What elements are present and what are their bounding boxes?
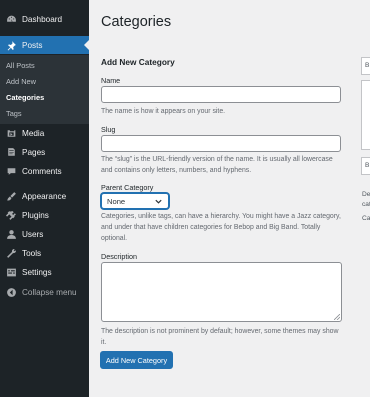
menu-settings[interactable]: Settings xyxy=(0,263,89,281)
add-category-heading: Add New Category xyxy=(101,57,175,67)
menu-posts-label: Posts xyxy=(22,40,43,50)
pushpin-icon xyxy=(5,39,17,51)
settings-icon xyxy=(5,266,17,278)
collapse-icon xyxy=(5,286,17,298)
bulk-actions-bottom-text: B xyxy=(365,162,370,169)
conversion-note-text: Ca xyxy=(362,215,370,222)
menu-plugins-label: Plugins xyxy=(22,210,49,220)
chevron-down-icon xyxy=(154,197,163,206)
pages-icon xyxy=(5,146,17,158)
bulk-actions-text: B xyxy=(365,62,370,69)
main-content: Categories Add New Category Name The nam… xyxy=(89,0,370,397)
name-help: The name is how it appears on your site. xyxy=(101,108,226,115)
slug-label: Slug xyxy=(101,125,116,134)
admin-sidebar: Dashboard Posts All Posts Add New Catego… xyxy=(0,0,89,397)
parent-category-label: Parent Category xyxy=(101,183,154,192)
menu-settings-label: Settings xyxy=(22,267,52,277)
resize-grip-icon[interactable] xyxy=(334,314,340,320)
page-title: Categories xyxy=(101,14,172,30)
menu-dashboard[interactable]: Dashboard xyxy=(0,10,89,28)
submenu-add-new[interactable]: Add New xyxy=(6,77,36,86)
menu-pages[interactable]: Pages xyxy=(0,143,89,161)
add-new-category-button[interactable]: Add New Category xyxy=(100,351,173,369)
menu-media[interactable]: Media xyxy=(0,124,89,142)
description-help: The description is not prominent by defa… xyxy=(101,328,339,346)
menu-comments-label: Comments xyxy=(22,166,62,176)
submenu-categories[interactable]: Categories xyxy=(6,93,44,102)
menu-appearance[interactable]: Appearance xyxy=(0,187,89,205)
collapse-menu-button[interactable]: Collapse menu xyxy=(0,283,89,301)
menu-plugins[interactable]: Plugins xyxy=(0,206,89,224)
parent-category-help: Categories, unlike tags, can have a hier… xyxy=(101,213,341,242)
media-icon xyxy=(5,127,17,139)
deletion-note-text-2: cat xyxy=(362,201,370,208)
menu-posts[interactable]: Posts xyxy=(0,36,89,54)
menu-tools-label: Tools xyxy=(22,248,42,258)
slug-help: The “slug” is the URL-friendly version o… xyxy=(101,156,333,174)
comments-icon xyxy=(5,165,17,177)
plugins-icon xyxy=(5,209,17,221)
bulk-actions-select[interactable]: B xyxy=(361,57,370,75)
menu-comments[interactable]: Comments xyxy=(0,162,89,180)
parent-category-value: None xyxy=(107,196,126,206)
menu-pages-label: Pages xyxy=(22,147,46,157)
posts-submenu: All Posts Add New Categories Tags xyxy=(0,55,89,124)
menu-dashboard-label: Dashboard xyxy=(22,14,63,24)
menu-media-label: Media xyxy=(22,128,45,138)
menu-users[interactable]: Users xyxy=(0,225,89,243)
categories-table xyxy=(361,80,370,150)
tools-icon xyxy=(5,247,17,259)
appearance-icon xyxy=(5,190,17,202)
collapse-menu-label: Collapse menu xyxy=(22,287,77,297)
deletion-note-text: De xyxy=(362,191,370,198)
users-icon xyxy=(5,228,17,240)
description-label: Description xyxy=(101,252,137,261)
submenu-tags[interactable]: Tags xyxy=(6,109,22,118)
dashboard-icon xyxy=(5,13,17,25)
bulk-actions-select-bottom[interactable]: B xyxy=(361,157,370,175)
submenu-all-posts[interactable]: All Posts xyxy=(6,61,35,70)
menu-tools[interactable]: Tools xyxy=(0,244,89,262)
description-textarea[interactable] xyxy=(101,262,342,322)
parent-category-select[interactable]: None xyxy=(101,193,169,209)
menu-appearance-label: Appearance xyxy=(22,191,67,201)
name-input[interactable] xyxy=(101,86,341,103)
menu-users-label: Users xyxy=(22,229,44,239)
slug-input[interactable] xyxy=(101,135,341,152)
name-label: Name xyxy=(101,76,121,85)
